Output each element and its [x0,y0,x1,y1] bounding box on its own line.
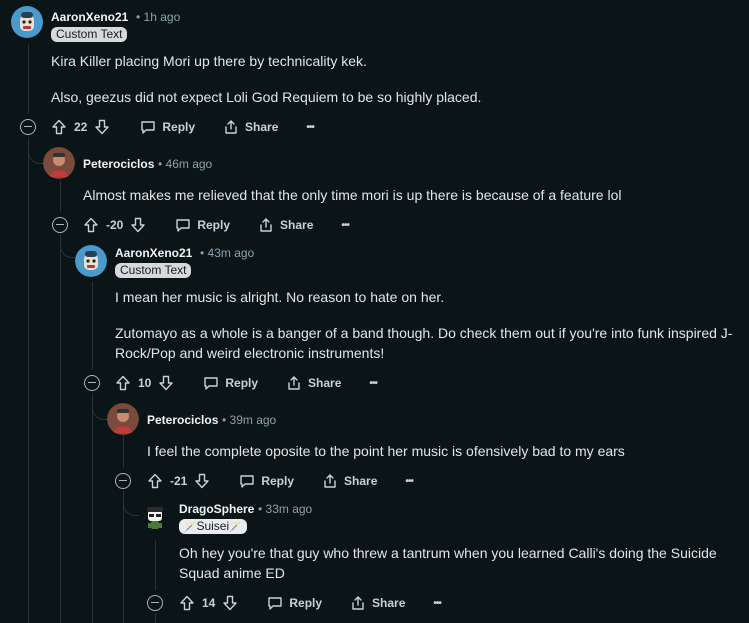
arrow-up-icon[interactable] [147,473,163,489]
collapse-button[interactable] [20,119,36,135]
comment-timestamp: • 1h ago [136,10,181,24]
arrow-up-icon[interactable] [179,595,195,611]
collapse-button[interactable] [115,473,131,489]
more-options-button[interactable]: ••• [433,598,441,609]
reply-button[interactable]: Reply [239,473,294,489]
more-options-button[interactable]: ••• [306,122,314,133]
comment-actions: -20 Reply Share ••• [83,213,350,237]
comment-body: I mean her music is alright. No reason t… [115,287,740,363]
chat-bubble-icon [140,119,156,135]
reply-label: Reply [289,596,323,610]
share-label: Share [344,474,378,488]
comment-paragraph: Zutomayo as a whole is a banger of a ban… [115,325,733,361]
reply-button[interactable]: Reply [267,595,322,611]
flair-emoji: 🪄 [229,522,242,533]
vote-count: -21 [170,474,188,488]
more-options-button[interactable]: ••• [341,220,349,231]
more-options-button[interactable]: ••• [405,476,413,487]
chat-bubble-icon [267,595,283,611]
avatar[interactable] [43,147,75,179]
comment-author[interactable]: Peterociclos [83,157,154,171]
more-options-button[interactable]: ••• [369,378,377,389]
share-button[interactable]: Share [322,473,377,489]
vote-count: -20 [106,218,124,232]
share-icon [286,375,302,391]
arrow-up-icon[interactable] [115,375,131,391]
avatar[interactable] [139,502,171,534]
user-flair: Custom Text [115,263,192,278]
reply-button[interactable]: Reply [175,217,230,233]
share-button[interactable]: Share [258,217,313,233]
comment-paragraph: Also, geezus did not expect Loli God Req… [51,89,482,105]
share-icon [223,119,239,135]
arrow-down-icon[interactable] [94,119,110,135]
comment-timestamp: • 39m ago [222,413,277,427]
comment-paragraph: Kira Killer placing Mori up there by tec… [51,53,367,69]
comment-actions: -21 Reply Share ••• [147,469,414,493]
avatar[interactable] [107,403,139,435]
share-icon [258,217,274,233]
vote-count: 22 [74,120,88,134]
comment-paragraph: I mean her music is alright. No reason t… [115,289,445,305]
comment-author[interactable]: AaronXeno21 [51,10,128,24]
chat-bubble-icon [175,217,191,233]
arrow-up-icon[interactable] [83,217,99,233]
comment-actions: 22 Reply Share ••• [51,115,315,139]
share-button[interactable]: Share [223,119,278,135]
comment-paragraph: Almost makes me relieved that the only t… [83,187,622,203]
vote-count: 14 [202,596,216,610]
arrow-down-icon[interactable] [194,473,210,489]
comment-body: Almost makes me relieved that the only t… [83,185,733,205]
chat-bubble-icon [203,375,219,391]
comment-author[interactable]: AaronXeno21 [115,246,192,260]
comment-timestamp: • 33m ago [258,502,313,516]
reply-label: Reply [261,474,295,488]
share-label: Share [280,218,314,232]
share-button[interactable]: Share [350,595,405,611]
comment-actions: 10 Reply Share ••• [115,371,378,395]
share-button[interactable]: Share [286,375,341,391]
flair-label: Suisei [196,519,230,533]
user-flair: Custom Text [51,27,128,42]
share-icon [322,473,338,489]
avatar[interactable] [75,245,107,277]
comment-timestamp: • 43m ago [200,246,255,260]
collapse-button[interactable] [84,375,100,391]
share-label: Share [308,376,342,390]
comment-body: Oh hey you're that guy who threw a tantr… [179,543,729,583]
chat-bubble-icon [239,473,255,489]
share-icon [350,595,366,611]
arrow-down-icon[interactable] [158,375,174,391]
comment-author[interactable]: Peterociclos [147,413,218,427]
reply-button[interactable]: Reply [140,119,195,135]
arrow-down-icon[interactable] [222,595,238,611]
comment-timestamp: • 46m ago [158,157,213,171]
arrow-down-icon[interactable] [130,217,146,233]
reply-label: Reply [162,120,196,134]
arrow-up-icon[interactable] [51,119,67,135]
collapse-button[interactable] [52,217,68,233]
reply-label: Reply [225,376,259,390]
share-label: Share [245,120,279,134]
comment-body: I feel the complete oposite to the point… [147,441,737,461]
comment-actions: 14 Reply Share ••• [179,591,442,615]
comment-body: Kira Killer placing Mori up there by tec… [51,51,731,107]
share-label: Share [372,596,406,610]
comment-paragraph: Oh hey you're that guy who threw a tantr… [179,545,717,581]
comment-paragraph: I feel the complete oposite to the point… [147,443,625,459]
avatar[interactable] [11,6,43,38]
flair-emoji: 🪄 [184,522,197,533]
collapse-button[interactable] [147,595,163,611]
vote-count: 10 [138,376,152,390]
reply-label: Reply [197,218,231,232]
reply-button[interactable]: Reply [203,375,258,391]
comment-author[interactable]: DragoSphere [179,502,254,516]
user-flair: 🪄Suisei🪄 [179,519,247,534]
